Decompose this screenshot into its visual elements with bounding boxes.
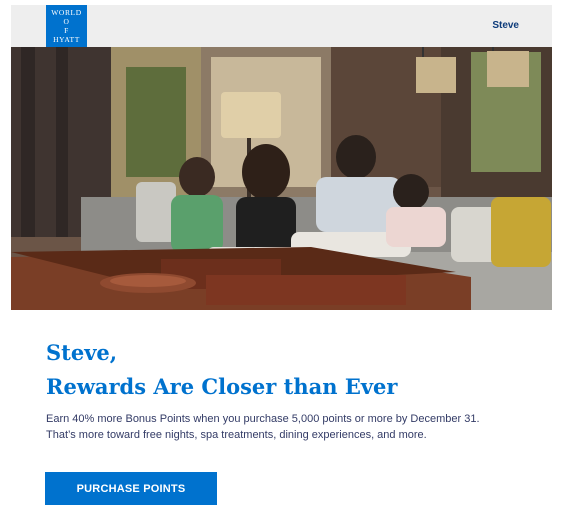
logo-line-4: HYATT	[53, 35, 80, 44]
world-of-hyatt-logo[interactable]: WORLD O F HYATT	[46, 5, 87, 47]
greeting-heading: Steve,	[46, 340, 118, 365]
purchase-points-button[interactable]: PURCHASE POINTS	[45, 472, 217, 505]
hero-image[interactable]	[11, 47, 552, 310]
email-header: WORLD O F HYATT Steve	[11, 5, 552, 47]
promo-description: Earn 40% more Bonus Points when you purc…	[46, 411, 546, 443]
account-name[interactable]: Steve	[492, 20, 519, 31]
promo-line-2: That’s more toward free nights, spa trea…	[46, 429, 427, 441]
promo-line-1: Earn 40% more Bonus Points when you purc…	[46, 413, 480, 425]
logo-line-1: WORLD	[51, 8, 82, 17]
headline: Rewards Are Closer than Ever	[46, 374, 398, 399]
logo-line-2: O	[63, 17, 70, 26]
family-on-sofa-photo	[11, 47, 552, 310]
logo-line-3: F	[64, 26, 69, 35]
